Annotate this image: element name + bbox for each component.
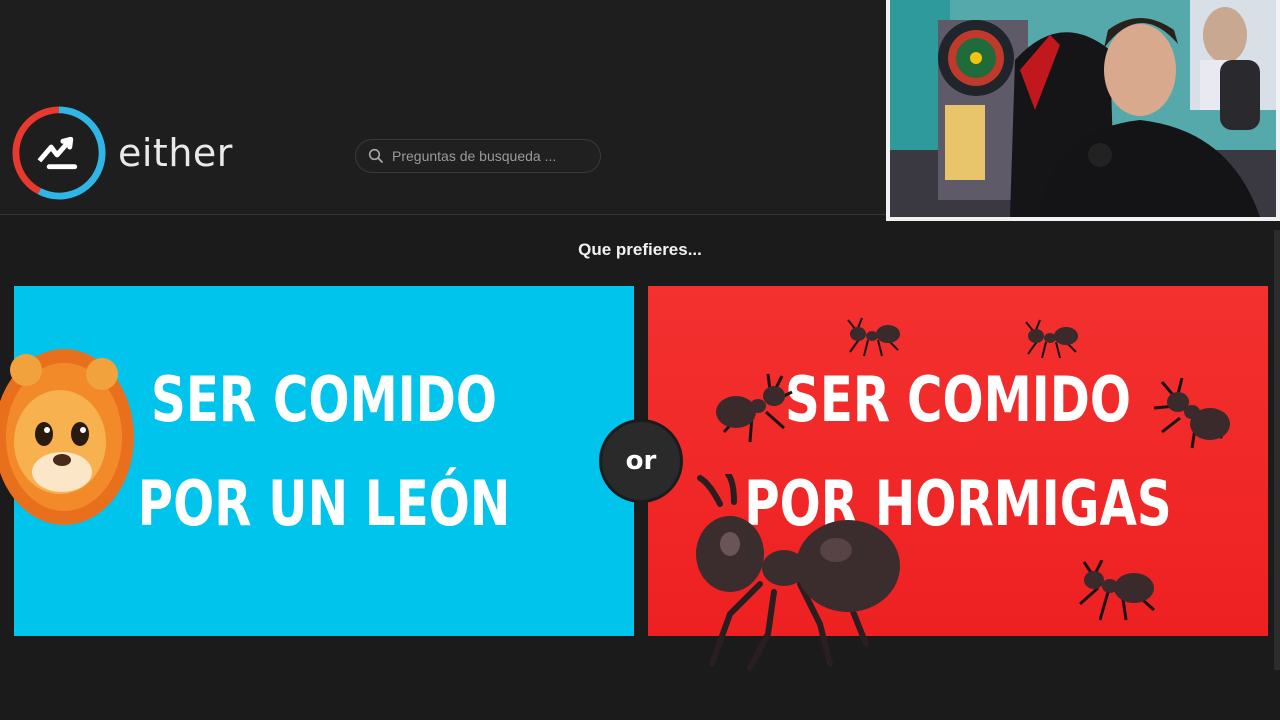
option-a-line2: POR UN LEÓN: [137, 467, 511, 540]
ant-emoji-icon: [1025, 319, 1078, 359]
logo-text: either: [118, 131, 233, 175]
search-input[interactable]: [390, 147, 594, 165]
option-a-line1: SER COMIDO: [151, 363, 497, 436]
ant-emoji-icon: [1153, 378, 1230, 449]
or-divider: or: [599, 419, 683, 503]
streamer-webcam-image: [890, 0, 1276, 217]
search-box[interactable]: [355, 139, 601, 173]
ant-emoji-icon: [1079, 560, 1156, 621]
scrollbar[interactable]: [1274, 230, 1280, 670]
search-icon: [368, 148, 383, 163]
lion-emoji-icon: [0, 349, 134, 525]
either-logo-icon: [12, 106, 106, 200]
page: either Preguntas de busqueda ... Que pre…: [0, 0, 1280, 720]
ant-emoji-icon: [696, 474, 900, 670]
webcam-overlay: [886, 0, 1280, 221]
ant-emoji-icon: [847, 317, 900, 357]
ant-emoji-icon: [716, 373, 793, 443]
question-title: Que prefieres...: [578, 240, 702, 259]
option-a-text: SER COMIDO POR UN LEÓN: [82, 348, 566, 556]
logo[interactable]: either: [10, 104, 233, 202]
